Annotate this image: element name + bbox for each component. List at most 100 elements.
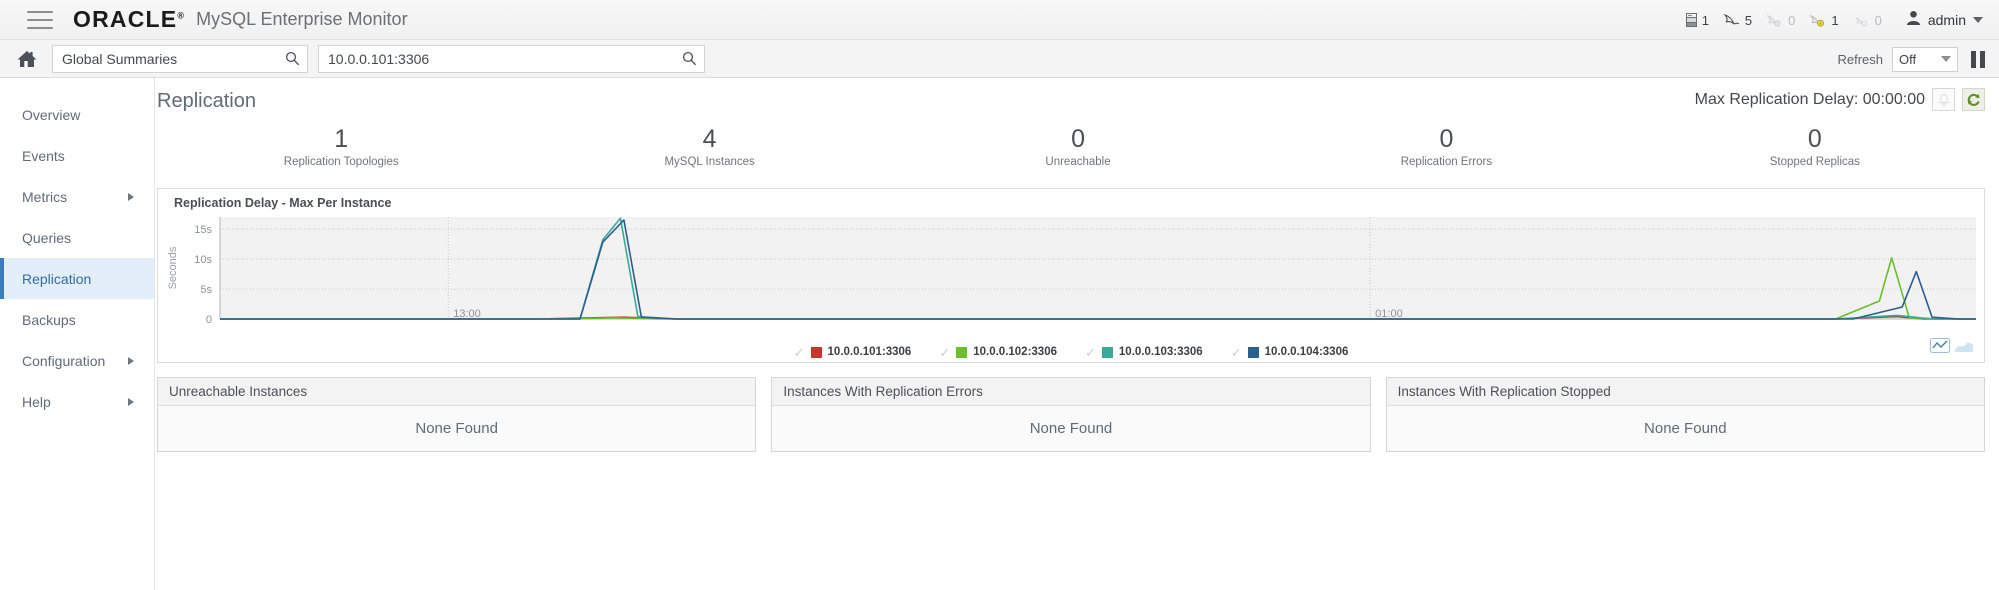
scope-search-input[interactable] xyxy=(53,45,307,72)
panel-title: Instances With Replication Errors xyxy=(772,378,1370,406)
sidebar-item-label: Metrics xyxy=(22,188,68,205)
sidebar-item-backups[interactable]: Backups xyxy=(0,299,154,340)
legend-label: 10.0.0.102:3306 xyxy=(973,346,1057,358)
legend-swatch xyxy=(1101,346,1113,358)
avatar xyxy=(1906,10,1921,30)
user-name: admin xyxy=(1927,12,1966,28)
status-badge-offline[interactable]: 0 xyxy=(1853,13,1882,28)
chart-plot-area[interactable]: 0 5s 10s 15s Seconds 13:00 01:00 xyxy=(158,211,1984,362)
legend-label: 10.0.0.103:3306 xyxy=(1118,346,1203,358)
status-badge-unreachable[interactable]: 0 xyxy=(1766,13,1795,28)
sidebar-item-label: Backups xyxy=(22,311,76,328)
refresh-label: Refresh xyxy=(1837,51,1883,67)
sidebar-item-replication[interactable]: Replication xyxy=(0,258,154,299)
search-icon[interactable] xyxy=(682,51,697,71)
summary-tiles: 1 Replication Topologies 4 MySQL Instanc… xyxy=(157,124,1999,180)
product-name: MySQL Enterprise Monitor xyxy=(196,9,408,29)
hamburger-line xyxy=(27,26,53,29)
search-bar: Refresh Off xyxy=(0,40,1999,78)
oracle-wordmark: ORACLE xyxy=(73,6,178,32)
legend-item-10-0-0-102[interactable]: ✓ 10.0.0.102:3306 xyxy=(939,346,1057,359)
y-axis-tick-label: 10s xyxy=(194,254,212,266)
panel-empty-message: None Found xyxy=(1386,406,1984,451)
topology-refresh-icon[interactable] xyxy=(1962,88,1985,111)
instance-search-field[interactable] xyxy=(318,44,705,73)
summary-tile-mysql-instances[interactable]: 4 MySQL Instances xyxy=(525,124,893,180)
check-icon: ✓ xyxy=(793,344,805,360)
sidebar-item-label: Configuration xyxy=(22,352,106,369)
y-axis-tick-label: 5s xyxy=(200,284,212,296)
status-badges: 1 5 0 ! 1 0 xyxy=(1685,12,1882,28)
chart-plot-background xyxy=(220,217,1976,319)
summary-tile-value: 0 xyxy=(1071,125,1085,153)
chevron-down-icon xyxy=(1941,56,1951,62)
alert-bell-icon[interactable] xyxy=(1932,88,1955,111)
refresh-controls: Refresh Off xyxy=(1837,40,1985,78)
sidebar-item-overview[interactable]: Overview xyxy=(0,94,154,135)
hamburger-line xyxy=(27,10,53,13)
sidebar-item-label: Replication xyxy=(22,270,92,287)
chevron-right-icon xyxy=(128,397,134,406)
panel-empty-message: None Found xyxy=(772,406,1370,451)
status-badge-value: 1 xyxy=(1831,12,1839,28)
replication-delay-chart: Replication Delay - Max Per Instance 0 5s… xyxy=(157,188,1985,363)
legend-swatch xyxy=(1247,346,1259,358)
summary-tile-value: 4 xyxy=(702,125,717,153)
summary-tile-stopped-replicas[interactable]: 0 Stopped Replicas xyxy=(1631,124,1999,180)
refresh-interval-select[interactable]: Off xyxy=(1892,46,1958,72)
refresh-interval-value: Off xyxy=(1899,51,1917,67)
chart-svg[interactable]: 05s10s15sSeconds13:00 01:00 xyxy=(158,211,1986,341)
legend-label: 10.0.0.101:3306 xyxy=(827,346,912,358)
summary-tile-replication-errors[interactable]: 0 Replication Errors xyxy=(1262,124,1630,180)
status-badge-value: 0 xyxy=(1874,12,1882,28)
pause-icon[interactable] xyxy=(1967,50,1985,68)
home-icon[interactable] xyxy=(14,46,40,72)
sidebar-item-configuration[interactable]: Configuration xyxy=(0,340,154,381)
legend-swatch xyxy=(956,346,968,358)
sidebar-item-help[interactable]: Help xyxy=(0,381,154,422)
status-badge-servers[interactable]: 1 xyxy=(1685,12,1709,28)
instance-search-input[interactable] xyxy=(319,45,704,72)
sidebar-item-events[interactable]: Events xyxy=(0,135,154,176)
chart-legend: ✓ 10.0.0.101:3306 ✓ 10.0.0.102:3306 ✓ 10… xyxy=(158,344,1984,360)
summary-tile-value: 1 xyxy=(334,125,349,153)
sidebar-item-label: Events xyxy=(22,147,65,164)
status-badge-warnings[interactable]: ! 1 xyxy=(1809,12,1839,28)
panel-unreachable-instances: Unreachable Instances None Found xyxy=(157,377,757,452)
dolphin-warn-icon: ! xyxy=(1809,13,1826,27)
bottom-panels: Unreachable Instances None Found Instanc… xyxy=(157,377,1985,452)
legend-item-10-0-0-104[interactable]: ✓ 10.0.0.104:3306 xyxy=(1230,344,1349,360)
summary-tile-value: 0 xyxy=(1807,125,1822,153)
sidebar-item-queries[interactable]: Queries xyxy=(0,217,154,258)
legend-item-10-0-0-101[interactable]: ✓ 10.0.0.101:3306 xyxy=(793,344,912,360)
summary-tile-replication-topologies[interactable]: 1 Replication Topologies xyxy=(157,124,525,180)
scope-search-field[interactable] xyxy=(52,44,308,73)
page-header-actions: Max Replication Delay: 00:00:00 xyxy=(1695,88,1985,111)
hamburger-icon[interactable] xyxy=(27,10,53,29)
area-chart-icon[interactable] xyxy=(1954,338,1974,358)
page-body: Overview Events Metrics Queries Replicat… xyxy=(0,78,1999,590)
page-title: Replication xyxy=(157,90,256,112)
line-chart-icon[interactable] xyxy=(1930,338,1950,358)
sidebar-item-label: Queries xyxy=(22,229,72,246)
main-content: Replication Max Replication Delay: 00:00… xyxy=(155,78,1999,590)
search-icon[interactable] xyxy=(285,51,300,71)
chart-type-toggles xyxy=(1930,338,1974,358)
chevron-down-icon[interactable] xyxy=(1973,17,1983,23)
oracle-logo[interactable]: ORACLE® xyxy=(73,6,185,33)
check-icon: ✓ xyxy=(1230,344,1242,360)
status-badge-instances[interactable]: 5 xyxy=(1723,13,1752,28)
sidebar-item-metrics[interactable]: Metrics xyxy=(0,176,154,217)
summary-tile-unreachable[interactable]: 0 Unreachable xyxy=(894,124,1262,180)
dolphin-off-icon xyxy=(1853,13,1870,27)
status-badge-value: 5 xyxy=(1744,12,1753,28)
status-badge-value: 1 xyxy=(1701,12,1709,28)
panel-empty-message: None Found xyxy=(158,406,756,451)
server-icon xyxy=(1685,13,1697,27)
summary-tile-label: Replication Errors xyxy=(1400,156,1493,168)
sidebar: Overview Events Metrics Queries Replicat… xyxy=(0,78,155,590)
user-menu[interactable]: admin xyxy=(1906,10,1983,30)
legend-item-10-0-0-103[interactable]: ✓ 10.0.0.103:3306 xyxy=(1085,346,1203,359)
hamburger-line xyxy=(27,18,53,21)
pause-bar xyxy=(1971,50,1976,68)
